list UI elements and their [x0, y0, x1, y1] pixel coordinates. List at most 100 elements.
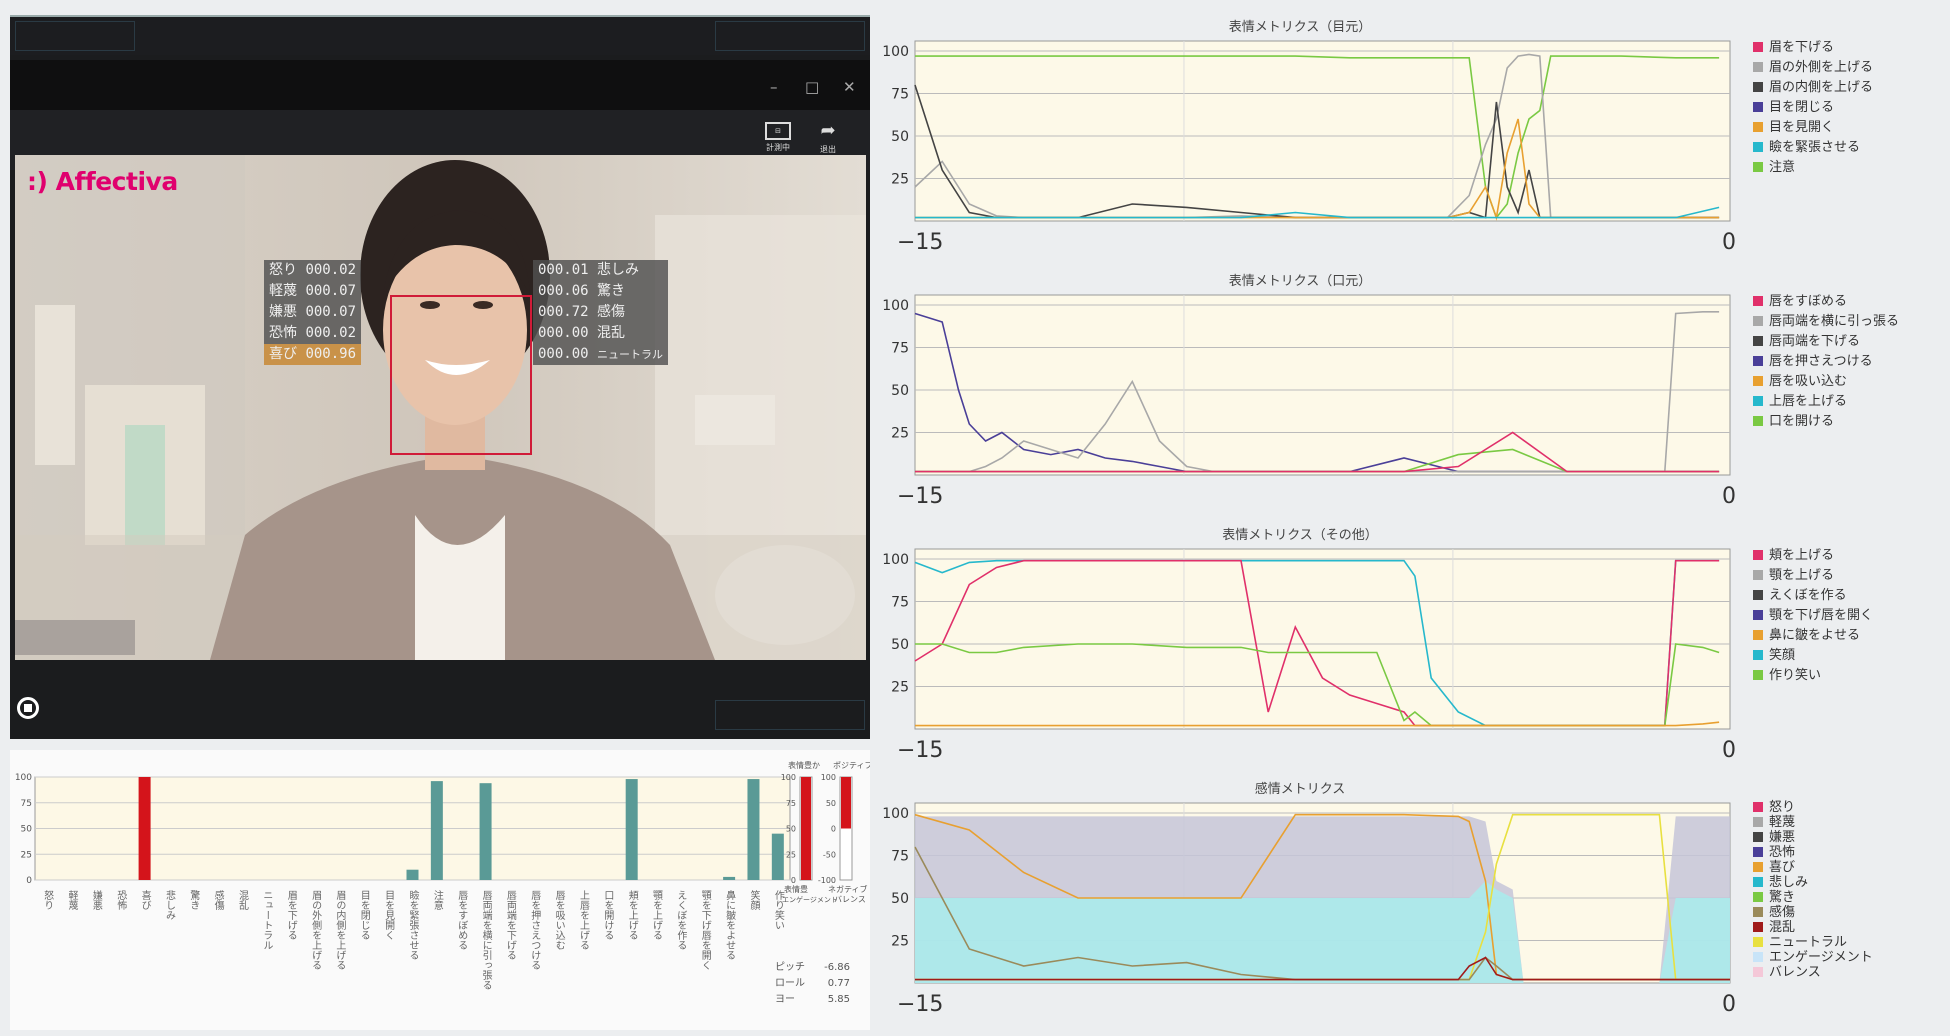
legend-item: 悲しみ — [1753, 875, 1873, 890]
metrics-bar-panel: 100 75 50 25 0 怒り 軽蔑 嫌悪 恐怖 喜び 悲しみ 驚き 感傷 混乱 ニュートラル 眉を下げる… — [10, 750, 873, 1030]
legend-label: 唇両端を横に引っ張る — [1769, 314, 1900, 329]
emotion-panel-left: 怒り 000.02 軽蔑 000.07 嫌悪 000.07 恐怖 000.02 … — [264, 260, 362, 365]
camera-app-window: – □ ✕ ⊟ 計測中 ➦ 退出:) Affectiva 怒り 000.02 … — [10, 15, 870, 739]
metric-bar — [138, 777, 151, 880]
affectiva-logo: :) Affectiva — [27, 167, 178, 196]
x-max-label: 0 — [1722, 484, 1736, 509]
y-tick-label: 75 — [21, 799, 32, 809]
bar-category-label: 怒り — [42, 889, 54, 910]
engagement-label: 表情豊 — [784, 884, 808, 894]
y-tick-label: 75 — [891, 341, 909, 357]
legend-label: 悲しみ — [1769, 875, 1809, 890]
emotion-row: 嫌悪 000.07 — [264, 302, 362, 323]
legend-swatch — [1753, 62, 1763, 72]
legend-swatch — [1753, 670, 1763, 680]
legend-item: えくぼを作る — [1753, 586, 1873, 606]
y-tick-label: 50 — [21, 825, 33, 835]
emotion-panel-right: 000.01 悲しみ 000.06 驚き 000.72 感傷 000.00 混乱… — [533, 260, 669, 365]
bar-category-label: 目を見開く — [383, 890, 395, 940]
legend-swatch — [1753, 802, 1763, 812]
valence-tick: 100 — [821, 773, 836, 782]
bar-category-label: 眉の外側を上げる — [310, 890, 322, 970]
valence-tick: -50 — [823, 850, 836, 859]
legend-label: 唇をすぼめる — [1769, 294, 1848, 309]
plot-area — [914, 548, 1731, 730]
legend-item: 唇を押さえつける — [1753, 352, 1899, 372]
bar-category-label: 注意 — [431, 889, 443, 910]
line-chart-panel: 感情メトリクス 100 75 50 25 −15 0 怒り 軽蔑 嫌悪 恐怖 喜び 悲しみ 驚き 感傷 混乱ニ… — [870, 776, 1948, 1030]
legend-swatch — [1753, 862, 1763, 872]
legend-swatch — [1753, 376, 1763, 386]
legend-swatch — [1753, 570, 1763, 580]
y-tick-label: 75 — [891, 849, 909, 865]
legend-swatch — [1753, 142, 1763, 152]
emotion-row: 000.06 驚き — [533, 281, 669, 302]
engagement-tick: 50 — [786, 825, 796, 834]
legend-item: 唇両端を横に引っ張る — [1753, 312, 1899, 332]
close-button[interactable]: ✕ — [843, 80, 856, 95]
bar-category-label: 笑顔 — [748, 889, 760, 911]
strip-slot-left — [15, 21, 135, 51]
legend-item: 混乱 — [1753, 920, 1873, 935]
legend-label: バレンス — [1769, 965, 1821, 980]
stop-record-icon[interactable] — [17, 697, 39, 719]
y-tick-label: 100 — [882, 44, 909, 60]
x-max-label: 0 — [1722, 992, 1736, 1017]
bar-category-label: 顎を上げる — [651, 890, 663, 940]
legend-label: 上唇を上げる — [1769, 394, 1848, 409]
bottom-slot — [715, 700, 865, 730]
emotion-row: 恐怖 000.02 — [264, 323, 362, 344]
x-max-label: 0 — [1722, 738, 1736, 763]
legend-label: 喜び — [1769, 860, 1796, 875]
y-tick-label: 100 — [882, 806, 909, 822]
legend-swatch — [1753, 316, 1763, 326]
bar-category-label: 嫌悪 — [90, 889, 102, 910]
engagement-title: 表情豊か — [788, 760, 820, 770]
plot-area — [914, 294, 1731, 476]
valence-title: ポジティブ — [833, 760, 870, 770]
y-tick-label: 50 — [891, 637, 909, 653]
record-icon: ⊟ — [765, 122, 791, 140]
legend-swatch — [1753, 550, 1763, 560]
bar-category-label: 驚き — [188, 889, 200, 910]
legend-item: 眉の外側を上げる — [1753, 58, 1873, 78]
bar-category-label: 眉の内側を上げる — [334, 890, 346, 970]
y-tick-label: 25 — [891, 172, 909, 188]
legend-item: 顎を下げ唇を開く — [1753, 606, 1873, 626]
record-label: 計測中 — [766, 143, 790, 152]
bar-category-label: 悲しみ — [163, 889, 175, 920]
legend-label: えくぼを作る — [1769, 588, 1847, 603]
legend-label: 驚き — [1769, 890, 1796, 905]
chart-legend: 頬を上げる 顎を上げる えくぼを作る 顎を下げ唇を開く 鼻に皺をよせる 笑顔 作り笑い — [1753, 546, 1873, 686]
y-tick-label: 75 — [891, 87, 909, 103]
face-bounding-box — [390, 295, 532, 455]
bar-category-label: 上唇を上げる — [577, 890, 589, 950]
x-max-label: 0 — [1722, 230, 1736, 255]
legend-item: 笑顔 — [1753, 646, 1873, 666]
exit-label: 退出 — [820, 145, 836, 154]
legend-item: 驚き — [1753, 890, 1873, 905]
y-tick-label: 0 — [26, 876, 32, 886]
metric-bar — [771, 833, 784, 880]
line-chart: 100 75 50 25 −15 0 — [882, 548, 1736, 763]
legend-item: 唇両端を下げる — [1753, 332, 1899, 352]
engagement-tick: 0 — [791, 876, 796, 885]
legend-item: 鼻に皺をよせる — [1753, 626, 1873, 646]
engagement-tick: 25 — [786, 850, 796, 859]
legend-label: 頬を上げる — [1769, 548, 1835, 563]
legend-item: 作り笑い — [1753, 666, 1873, 686]
minimize-button[interactable]: – — [770, 80, 778, 95]
legend-swatch — [1753, 817, 1763, 827]
line-chart: 100 75 50 25 −15 0 — [882, 294, 1736, 509]
legend-swatch — [1753, 832, 1763, 842]
legend-swatch — [1753, 630, 1763, 640]
legend-label: 唇両端を下げる — [1769, 334, 1861, 349]
legend-item: 怒り — [1753, 800, 1873, 815]
y-tick-label: 50 — [891, 891, 909, 907]
maximize-button[interactable]: □ — [805, 80, 819, 95]
bar-category-label: ニュートラル — [261, 890, 273, 950]
legend-label: 眉の外側を上げる — [1769, 60, 1874, 75]
title-bar: – □ ✕ — [10, 60, 870, 110]
legend-label: 眉の内側を上げる — [1769, 80, 1874, 95]
legend-swatch — [1753, 952, 1763, 962]
